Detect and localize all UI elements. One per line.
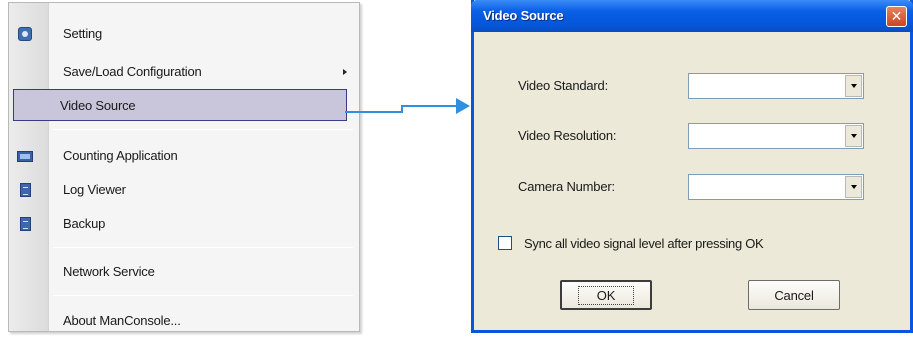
sync-checkbox-label[interactable]: Sync all video signal level after pressi… (524, 236, 764, 251)
dropdown-button[interactable] (845, 125, 862, 147)
camera-number-select[interactable] (688, 174, 864, 200)
video-standard-select[interactable] (688, 73, 864, 99)
close-icon: ✕ (890, 8, 903, 24)
video-resolution-label: Video Resolution: (518, 128, 617, 143)
connector-arrow-line (345, 105, 460, 113)
chevron-down-icon (850, 84, 857, 88)
sync-checkbox[interactable] (498, 236, 512, 250)
dialog-title-bar[interactable]: Video Source ✕ (471, 0, 913, 32)
dropdown-button[interactable] (845, 176, 862, 198)
chevron-down-icon (850, 134, 857, 138)
video-source-dialog: Video Source ✕ Video Standard: Video Res… (471, 0, 913, 333)
chevron-down-icon (850, 185, 857, 189)
connector-arrow-head (456, 98, 470, 114)
dialog-title: Video Source (483, 8, 564, 23)
camera-number-label: Camera Number: (518, 179, 615, 194)
ok-button-label: OK (577, 285, 635, 305)
video-resolution-select[interactable] (688, 123, 864, 149)
video-standard-label: Video Standard: (518, 78, 608, 93)
dropdown-button[interactable] (845, 75, 862, 97)
close-button[interactable]: ✕ (886, 6, 907, 27)
cancel-button[interactable]: Cancel (748, 280, 840, 310)
ok-button[interactable]: OK (560, 280, 652, 310)
cancel-button-label: Cancel (774, 287, 814, 303)
